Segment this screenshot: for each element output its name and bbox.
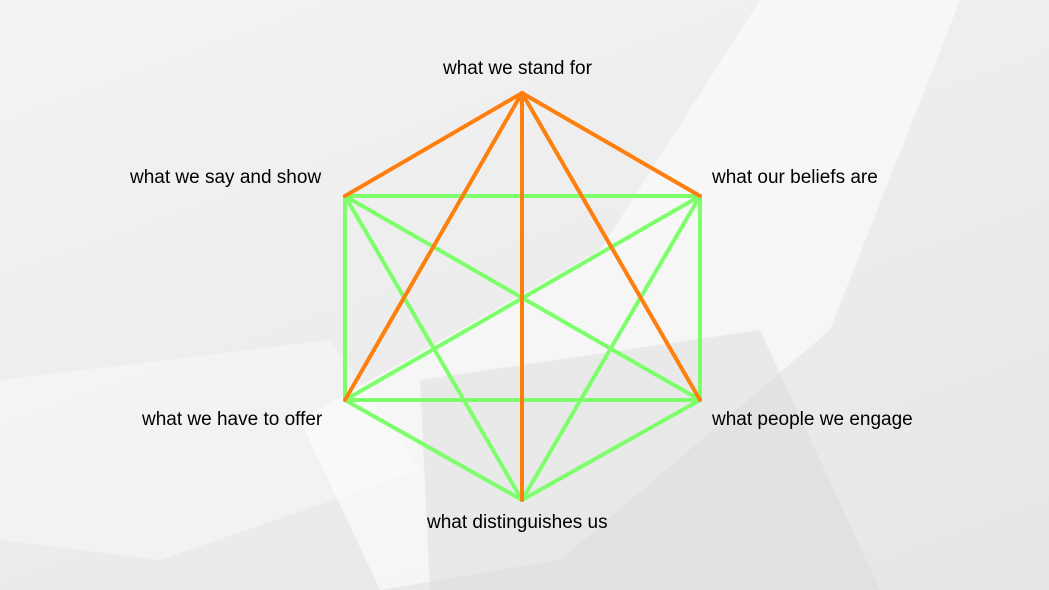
green-edge-upper-right-to-bottom xyxy=(520,194,702,502)
node-label-upper-right: what our beliefs are xyxy=(712,167,878,188)
orange-edge-top-to-lower-right xyxy=(520,91,702,402)
node-label-upper-left: what we say and show xyxy=(130,167,322,188)
green-edge-lower-right-to-bottom xyxy=(520,398,702,502)
slide-canvas: what we stand for what we say and show w… xyxy=(0,0,1049,590)
green-edge-lower-left-to-bottom xyxy=(343,398,524,502)
node-label-lower-right: what people we engage xyxy=(712,409,913,430)
orange-edge-top-to-lower-left xyxy=(343,91,524,402)
hexagon-diagram xyxy=(343,91,702,502)
green-edge-upper-left-to-bottom xyxy=(343,194,524,502)
node-label-bottom: what distinguishes us xyxy=(427,512,608,533)
orange-edge-top-to-upper-right xyxy=(520,91,702,198)
node-label-lower-left: what we have to offer xyxy=(142,409,323,430)
orange-edge-top-to-upper-left xyxy=(343,91,524,198)
node-label-top: what we stand for xyxy=(443,58,592,79)
pyramid-lines xyxy=(343,91,702,502)
